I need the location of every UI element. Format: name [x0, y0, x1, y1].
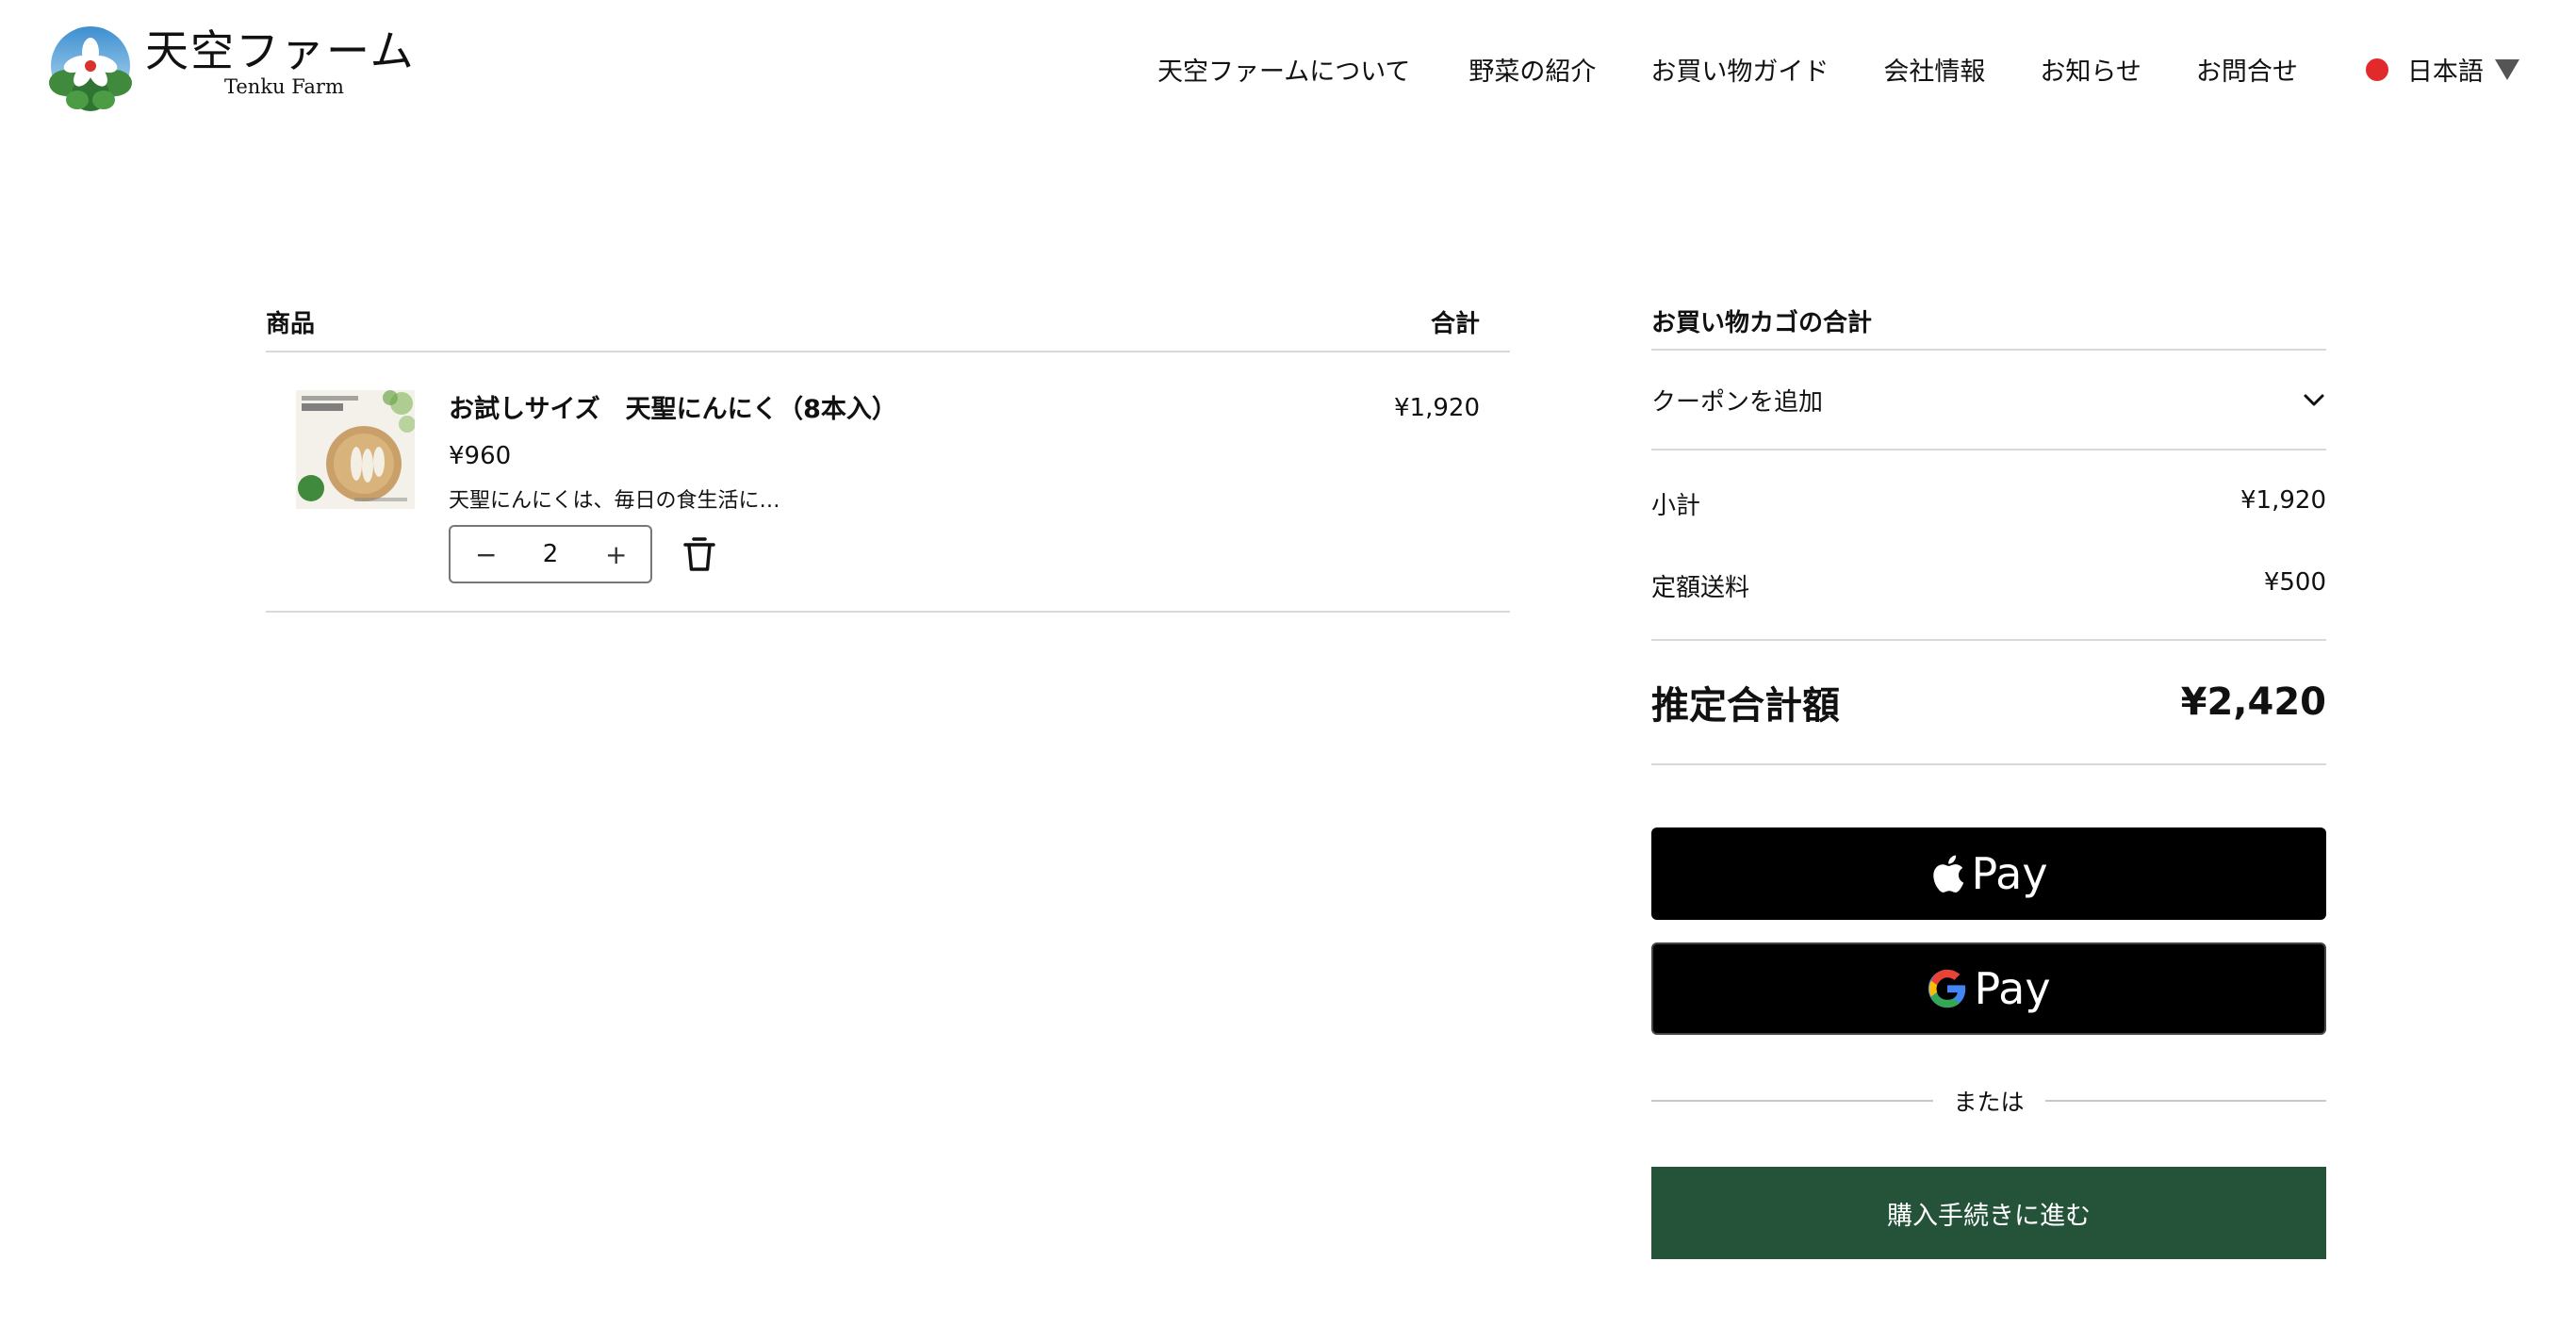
nav-company[interactable]: 会社情報 [1883, 51, 1985, 88]
google-pay-button[interactable]: Pay [1651, 942, 2326, 1035]
item-name[interactable]: お試しサイズ 天聖にんにく（8本入） [449, 388, 897, 425]
shipping-row: 定額送料 ¥500 [1651, 568, 2326, 603]
estimated-total-value: ¥2,420 [2180, 680, 2326, 724]
japan-flag-icon [2365, 57, 2388, 81]
divider [266, 611, 1510, 613]
item-line-total: ¥1,920 [1394, 394, 1480, 422]
quantity-stepper: − 2 + [449, 525, 652, 583]
estimated-total-row: 推定合計額 ¥2,420 [1651, 641, 2326, 763]
cart-item: お試しサイズ 天聖にんにく（8本入） ¥960 天聖にんにくは、毎日の食生活に…… [266, 352, 1510, 611]
trash-icon[interactable] [682, 535, 716, 573]
shipping-value: ¥500 [2263, 568, 2326, 597]
logo-japanese: 天空ファーム [145, 25, 416, 76]
nav-vegetables[interactable]: 野菜の紹介 [1468, 51, 1596, 88]
divider-line [1651, 1100, 1933, 1102]
subtotal-value: ¥1,920 [2240, 486, 2326, 515]
item-unit-price: ¥960 [449, 442, 512, 470]
cart-table: 商品 合計 お試しサイズ 天聖にんにく（8本入） ¥960 天聖にんにくは、毎日… [266, 292, 1510, 613]
or-divider: または [1651, 1084, 2327, 1118]
shipping-label: 定額送料 [1651, 574, 1750, 602]
product-image[interactable] [296, 390, 415, 509]
language-label: 日本語 [2406, 57, 2484, 87]
quantity-decrease-button[interactable]: − [475, 539, 497, 570]
google-logo-icon [1928, 969, 1966, 1008]
language-selector[interactable]: 日本語 [2365, 51, 2519, 88]
nav-news[interactable]: お知らせ [2040, 51, 2141, 88]
apple-pay-label: Pay [1971, 848, 2048, 899]
site-logo[interactable]: 天空ファーム Tenku Farm [49, 25, 416, 115]
cart-summary: お買い物カゴの合計 クーポンを追加 小計 ¥1,920 定額送料 ¥500 推定… [1651, 292, 2327, 1259]
subtotal-label: 小計 [1651, 492, 1701, 520]
quantity-increase-button[interactable]: + [605, 539, 627, 570]
item-info: お試しサイズ 天聖にんにく（8本入） ¥960 天聖にんにくは、毎日の食生活に…… [449, 388, 897, 583]
item-actions: − 2 + [449, 525, 897, 583]
flower-logo-icon [49, 26, 132, 111]
logo-english: Tenku Farm [224, 75, 344, 98]
nav-shopping-guide[interactable]: お買い物ガイド [1650, 51, 1829, 88]
logo-text: 天空ファーム Tenku Farm [145, 25, 416, 98]
add-coupon-toggle[interactable]: クーポンを追加 [1651, 351, 2326, 449]
column-total: 合計 [1430, 309, 1480, 338]
main-nav: 天空ファームについて 野菜の紹介 お買い物ガイド 会社情報 お知らせ お問合せ … [1157, 51, 2519, 88]
item-description: 天聖にんにくは、毎日の食生活に… [449, 489, 780, 513]
or-label: または [1953, 1089, 2025, 1116]
cart-header-row: 商品 合計 [266, 292, 1510, 351]
divider [1651, 449, 2326, 451]
nav-about[interactable]: 天空ファームについて [1157, 51, 1410, 88]
subtotal-row: 小計 ¥1,920 [1651, 486, 2326, 521]
site-header: 天空ファーム Tenku Farm 天空ファームについて 野菜の紹介 お買い物ガ… [0, 0, 2576, 141]
apple-pay-button[interactable]: Pay [1651, 827, 2326, 920]
quantity-input[interactable]: 2 [543, 540, 559, 568]
caret-down-icon [2494, 58, 2519, 80]
summary-title: お買い物カゴの合計 [1651, 308, 1873, 337]
chevron-down-icon [2304, 394, 2324, 406]
nav-contact[interactable]: お問合せ [2196, 51, 2298, 88]
coupon-label: クーポンを追加 [1651, 387, 1824, 417]
estimated-total-label: 推定合計額 [1651, 684, 1840, 728]
apple-logo-icon [1933, 855, 1964, 893]
column-product: 商品 [266, 309, 316, 338]
divider-line [2044, 1100, 2327, 1102]
divider [1651, 763, 2326, 765]
checkout-button[interactable]: 購入手続きに進む [1651, 1167, 2326, 1259]
google-pay-label: Pay [1974, 963, 2051, 1014]
